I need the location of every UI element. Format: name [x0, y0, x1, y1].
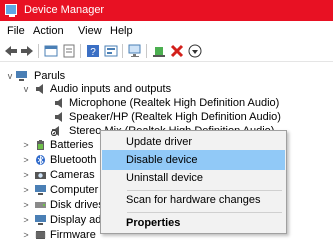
menu-item-uninstall-device[interactable]: Uninstall device [102, 168, 285, 188]
tree-category-disk-drives[interactable]: > Disk drives [0, 197, 103, 213]
category-label: Firmware [50, 229, 96, 241]
scan-icon[interactable] [128, 44, 142, 58]
properties-icon[interactable] [44, 44, 58, 58]
category-label: Display adapters [50, 214, 100, 226]
disk-drive-icon [35, 202, 46, 208]
update-icon[interactable] [104, 44, 118, 58]
battery-icon [37, 140, 44, 150]
back-icon[interactable] [4, 44, 18, 58]
uninstall-icon[interactable] [170, 44, 184, 58]
menu-action[interactable]: Action [33, 25, 64, 37]
category-label: Cameras [50, 169, 95, 181]
speaker-icon [55, 98, 62, 108]
category-label: Bluetooth [50, 154, 97, 166]
tree-category-bluetooth[interactable]: > Bluetooth [0, 152, 100, 168]
menu-item-scan-hardware[interactable]: Scan for hardware changes [102, 190, 285, 210]
display-adapter-icon [35, 215, 46, 225]
speaker-icon [36, 84, 43, 94]
title-bar[interactable]: Device Manager [0, 0, 333, 21]
tree-category-display-adapters[interactable]: > Display adapters [0, 212, 100, 228]
speaker-icon [55, 112, 62, 122]
expand-icon[interactable]: > [22, 212, 30, 228]
tree-category-computer[interactable]: > Computer [0, 182, 100, 198]
window-title: Device Manager [24, 4, 105, 16]
menu-help[interactable]: Help [110, 25, 133, 37]
device-manager-icon [5, 4, 17, 17]
toolbar: ? [0, 41, 333, 62]
forward-icon[interactable] [20, 44, 34, 58]
menu-file[interactable]: File [7, 25, 25, 37]
toolbar-separator [146, 44, 147, 58]
menu-item-update-driver[interactable]: Update driver [102, 132, 285, 152]
enable-icon[interactable] [152, 44, 166, 58]
svg-text:?: ? [90, 47, 96, 58]
menu-item-properties[interactable]: Properties [102, 213, 285, 233]
expand-icon[interactable]: > [22, 137, 30, 153]
context-menu: Update driver Disable device Uninstall d… [100, 130, 287, 234]
firmware-icon [35, 231, 46, 239]
tree-category-cameras[interactable]: > Cameras [0, 167, 100, 183]
show-hidden-icon[interactable] [62, 44, 76, 58]
help-icon[interactable]: ? [86, 44, 100, 58]
menu-bar: File Action View Help [0, 22, 333, 40]
bluetooth-icon [36, 155, 45, 165]
expand-icon[interactable]: > [22, 167, 30, 183]
expand-icon[interactable]: > [22, 197, 30, 213]
toolbar-separator [38, 44, 39, 58]
category-label: Disk drives [50, 199, 104, 211]
expand-icon[interactable]: > [22, 182, 30, 198]
monitor-icon [35, 185, 46, 195]
tree-category-batteries[interactable]: > Batteries [0, 137, 100, 153]
download-icon[interactable] [188, 44, 202, 58]
menu-item-disable-device[interactable]: Disable device [102, 150, 285, 170]
category-label: Computer [50, 184, 99, 196]
expand-icon[interactable]: > [22, 152, 30, 168]
toolbar-separator [80, 44, 81, 58]
toolbar-separator [122, 44, 123, 58]
expand-icon[interactable]: > [22, 227, 30, 243]
computer-icon [16, 71, 27, 81]
camera-icon [35, 172, 46, 179]
menu-view[interactable]: View [78, 25, 102, 37]
tree-category-firmware[interactable]: > Firmware [0, 227, 100, 243]
category-label: Batteries [50, 139, 94, 151]
disabled-speaker-icon [51, 126, 59, 136]
